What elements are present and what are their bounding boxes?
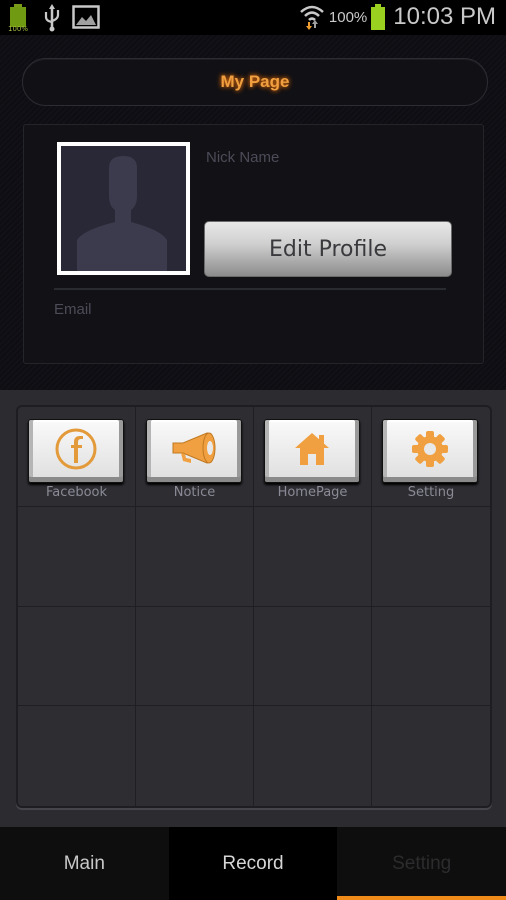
setting-label: Setting <box>407 485 455 500</box>
battery-percent: 100% <box>328 8 368 26</box>
grid-cell-empty <box>372 706 490 806</box>
grid-cell-empty <box>18 506 136 607</box>
grid-cell-homepage: HomePage <box>254 407 372 507</box>
edit-profile-button[interactable]: Edit Profile <box>204 221 452 277</box>
grid-cell-empty <box>136 506 254 607</box>
home-icon <box>292 429 332 473</box>
facebook-icon <box>54 427 98 475</box>
menu-area: Facebook Notice HomePage Setting <box>0 390 506 827</box>
selected-tab-indicator <box>337 896 506 900</box>
tab-record[interactable]: Record <box>168 827 338 900</box>
nickname-label: Nick Name <box>206 149 280 166</box>
email-label: Email <box>54 301 92 318</box>
grid-cell-facebook: Facebook <box>18 407 136 507</box>
notification-icons: 100% <box>6 4 100 33</box>
facebook-label: Facebook <box>45 485 108 500</box>
status-bar: 100% 100% 10:03 PM <box>0 0 506 35</box>
setting-button[interactable] <box>382 419 478 483</box>
system-status: 100% 10:03 PM <box>299 2 496 32</box>
svg-text:100%: 100% <box>8 25 28 32</box>
grid-cell-empty <box>136 706 254 806</box>
title-bar: My Page <box>22 58 488 106</box>
image-icon <box>72 5 100 31</box>
menu-grid: Facebook Notice HomePage Setting <box>16 405 492 808</box>
notice-button[interactable] <box>146 419 242 483</box>
profile-panel: Nick Name Edit Profile Email <box>23 124 484 364</box>
gear-icon <box>410 429 450 473</box>
facebook-button[interactable] <box>28 419 124 483</box>
grid-cell-empty <box>254 506 372 607</box>
clock: 10:03 PM <box>393 3 496 30</box>
grid-cell-empty <box>18 706 136 806</box>
homepage-button[interactable] <box>264 419 360 483</box>
battery-full-icon <box>371 4 386 30</box>
tab-setting-label: Setting <box>392 852 452 874</box>
default-user-silhouette-icon <box>61 146 186 271</box>
wifi-icon <box>299 3 325 31</box>
megaphone-icon <box>169 429 219 473</box>
grid-cell-empty <box>372 507 490 607</box>
grid-cell-empty <box>254 606 372 707</box>
grid-cell-empty <box>18 606 136 707</box>
grid-cell-notice: Notice <box>136 407 254 507</box>
tab-setting[interactable]: Setting <box>337 827 506 900</box>
page-title: My Page <box>220 72 290 91</box>
grid-cell-empty <box>372 607 490 707</box>
tab-main[interactable]: Main <box>0 827 169 900</box>
bottom-tab-bar: Main Record Setting <box>0 827 506 900</box>
grid-cell-setting: Setting <box>372 407 490 507</box>
grid-cell-empty <box>254 706 372 806</box>
grid-cell-empty <box>136 606 254 707</box>
divider <box>54 288 446 290</box>
battery-notification-icon: 100% <box>6 4 32 33</box>
usb-icon <box>42 4 62 32</box>
homepage-label: HomePage <box>277 485 348 500</box>
notice-label: Notice <box>173 485 216 500</box>
avatar[interactable] <box>57 142 190 275</box>
